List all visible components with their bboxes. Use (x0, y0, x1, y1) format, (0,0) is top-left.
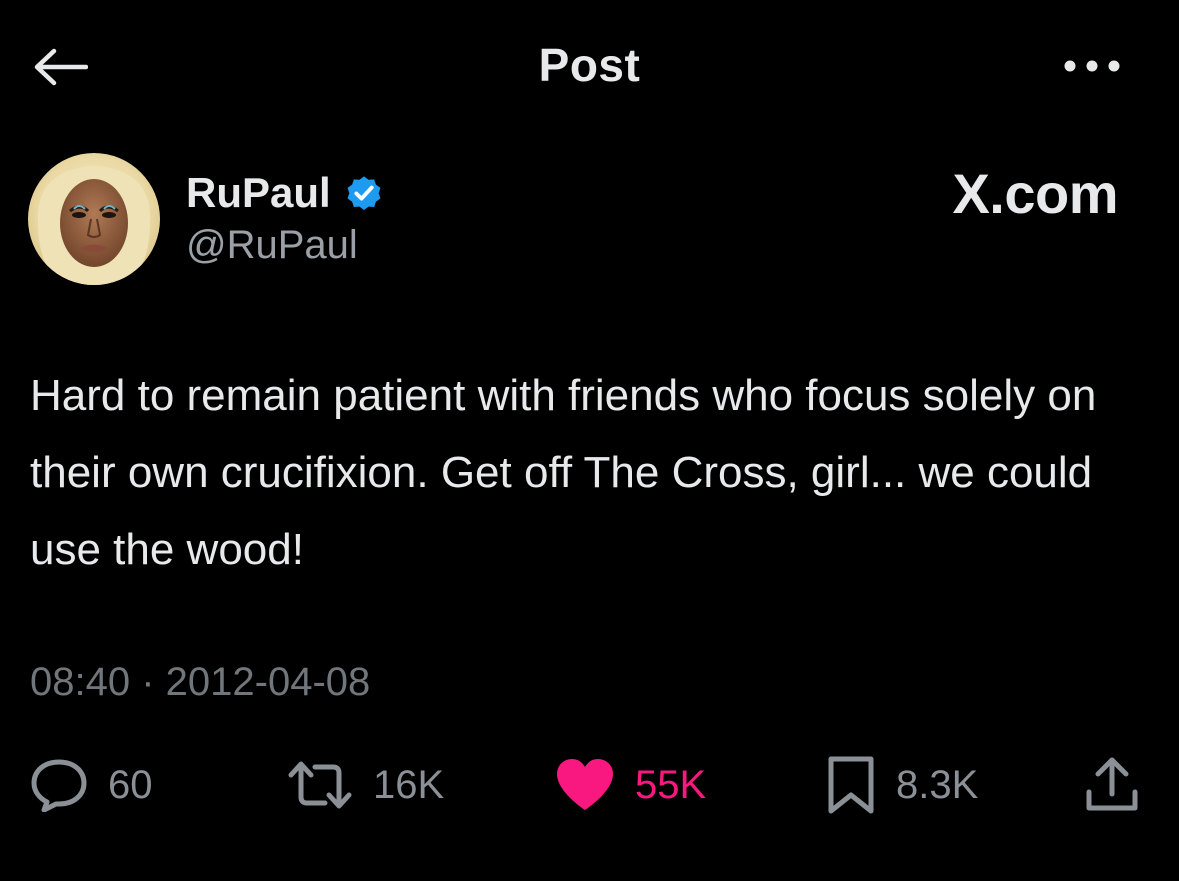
avatar[interactable] (28, 153, 160, 285)
reply-icon (31, 759, 87, 812)
post-text: Hard to remain patient with friends who … (30, 371, 1097, 574)
bookmark-button[interactable]: 8.3K (826, 750, 978, 820)
avatar-image (28, 153, 160, 285)
like-button[interactable]: 55K (555, 750, 706, 820)
repost-button[interactable]: 16K (287, 750, 444, 820)
repost-count: 16K (373, 762, 445, 807)
author-info: RuPaul @RuPaul (186, 167, 385, 268)
page-title: Post (538, 39, 641, 91)
verified-badge-icon (343, 172, 385, 214)
repost-icon (288, 761, 352, 809)
name-row: RuPaul (186, 167, 385, 219)
display-name[interactable]: RuPaul (186, 169, 331, 217)
like-count: 55K (635, 762, 707, 807)
action-bar: 60 16K 55K 8.3K (0, 750, 1179, 820)
bookmark-icon (828, 756, 874, 814)
top-bar: Post (0, 0, 1179, 135)
heart-icon (557, 759, 613, 810)
post-author: RuPaul @RuPaul X.com (28, 153, 1148, 287)
source-brand: X.com (952, 162, 1118, 225)
share-button[interactable] (1084, 750, 1140, 820)
ellipsis-icon (1064, 60, 1120, 72)
post-timestamp[interactable]: 08:40 · 2012-04-08 (30, 660, 370, 705)
bookmark-count: 8.3K (896, 762, 979, 807)
share-icon (1086, 757, 1138, 811)
more-options-button[interactable] (1057, 44, 1127, 88)
reply-button[interactable]: 60 (30, 750, 153, 820)
reply-count: 60 (108, 762, 153, 807)
user-handle[interactable]: @RuPaul (186, 223, 385, 268)
